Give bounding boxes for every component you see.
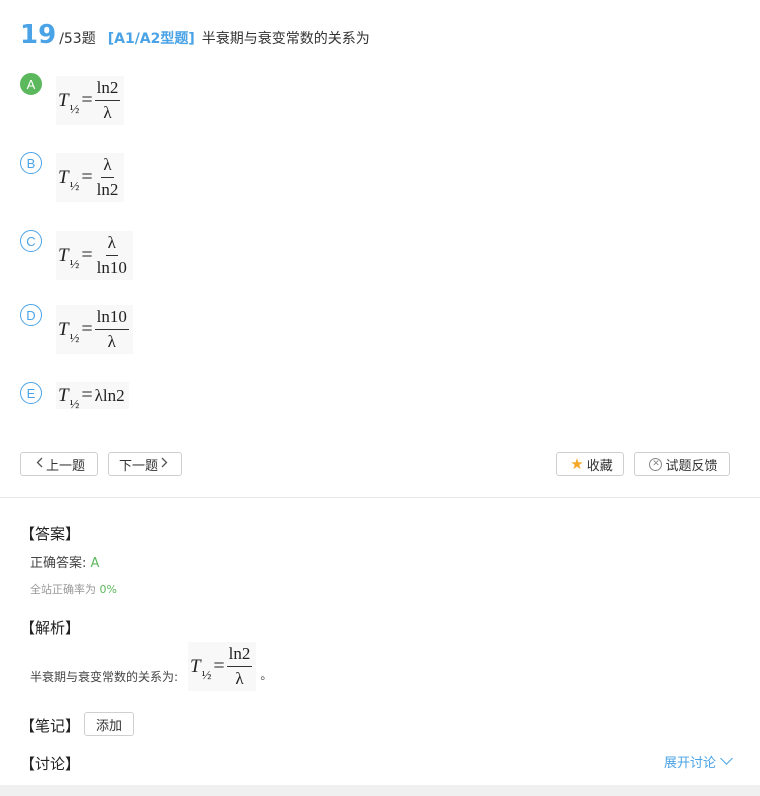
option-formula: T ½ = ln10 λ [56,305,133,354]
question-stem: 半衰期与衰变常数的关系为 [201,31,370,47]
option-e[interactable]: E T ½ = λln2 [20,382,129,411]
analysis-title: 【解析】 [20,619,81,637]
close-circle-icon: ✕ [649,457,663,471]
correct-answer-value: A [90,556,100,571]
feedback-button[interactable]: ✕ 试题反馈 [634,452,730,476]
question-header: 19 /53题 [A1/A2型题] 半衰期与衰变常数的关系为 [20,20,370,52]
option-letter: B [20,152,42,174]
expand-discussion-button[interactable]: 展开讨论 [664,752,733,771]
star-icon: ★ [570,455,584,473]
accuracy-rate: 全站正确率为 0% [30,581,117,597]
feedback-label: 试题反馈 [665,458,718,474]
prev-question-button[interactable]: 上一题 [20,452,98,476]
option-formula: T ½ = λ ln2 [56,153,125,202]
analysis-formula: T ½ = ln2 λ [188,642,257,691]
option-letter: C [20,230,42,252]
option-a[interactable]: A T ½ = ln2 λ [20,73,125,125]
option-c[interactable]: C T ½ = λ ln10 [20,230,133,280]
question-number: 19 [20,20,57,50]
notes-title: 【笔记】 [20,717,81,735]
rate-label: 全站正确率为 [30,583,100,596]
divider [0,497,760,498]
option-letter: A [20,73,42,95]
chevron-right-icon [161,457,168,472]
next-label: 下一题 [118,458,158,474]
analysis-body: 半衰期与衰变常数的关系为: T ½ = ln2 λ 。 [30,642,272,691]
add-note-button[interactable]: 添加 [84,712,134,736]
footer-band [0,785,760,796]
option-formula: T ½ = λ ln10 [56,231,133,280]
option-letter: E [20,382,42,404]
question-type: [A1/A2型题] [107,31,195,47]
correct-answer: 正确答案: A [30,552,99,571]
option-formula: T ½ = λln2 [56,382,129,411]
favorite-button[interactable]: ★ 收藏 [556,452,624,476]
next-question-button[interactable]: 下一题 [108,452,182,476]
discussion-title: 【讨论】 [20,755,81,773]
prev-label: 上一题 [45,458,85,474]
option-b[interactable]: B T ½ = λ ln2 [20,152,125,202]
analysis-text: 半衰期与衰变常数的关系为: [30,670,179,684]
expand-label: 展开讨论 [664,756,717,771]
chevron-left-icon [36,457,43,472]
chevron-down-icon [720,752,733,765]
favorite-label: 收藏 [586,458,613,474]
option-letter: D [20,304,42,326]
analysis-period: 。 [260,668,273,682]
rate-value: 0% [99,583,117,596]
option-d[interactable]: D T ½ = ln10 λ [20,304,133,354]
question-total: /53题 [59,31,96,47]
correct-answer-label: 正确答案: [30,556,91,571]
answer-title: 【答案】 [20,525,81,543]
option-formula: T ½ = ln2 λ [56,76,125,125]
